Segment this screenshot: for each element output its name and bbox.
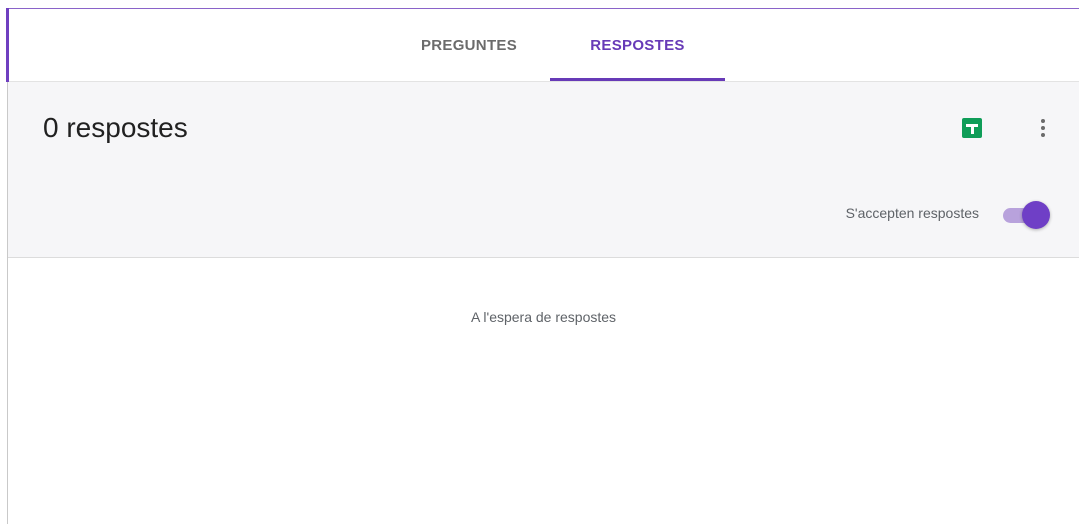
more-vertical-icon (1041, 119, 1045, 123)
response-count-title: 0 respostes (43, 112, 188, 143)
toggle-knob (1022, 201, 1050, 229)
summary-divider (8, 257, 1079, 258)
tab-responses[interactable]: RESPOSTES (550, 9, 725, 81)
responses-summary-card: 0 respostes S'accepten respostes (8, 82, 1079, 257)
tab-questions[interactable]: PREGUNTES (389, 9, 549, 81)
create-spreadsheet-button[interactable] (957, 113, 987, 143)
responses-panel: PREGUNTES RESPOSTES 0 respostes S'accept… (0, 0, 1079, 524)
empty-state-message: A l'espera de respostes (470, 309, 617, 325)
more-options-button[interactable] (1028, 113, 1058, 143)
tab-bar: PREGUNTES RESPOSTES (9, 9, 1079, 81)
accepting-responses-label: S'accepten respostes (845, 205, 979, 221)
sheets-icon (962, 118, 982, 138)
accepting-responses-toggle[interactable] (999, 200, 1055, 230)
